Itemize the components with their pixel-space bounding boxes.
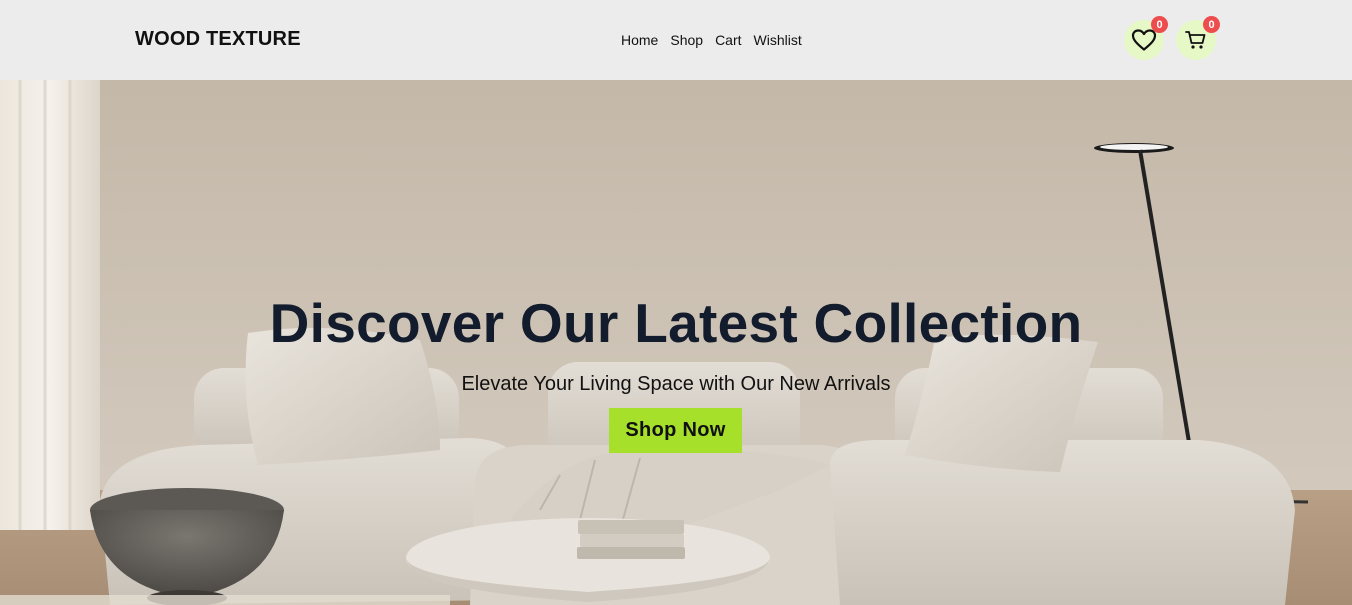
nav-wishlist-link[interactable]: Wishlist [754,32,802,48]
site-logo[interactable]: WOOD TEXTURE [135,28,301,51]
nav-shop-link[interactable]: Shop [670,32,703,48]
shop-now-button[interactable]: Shop Now [609,408,742,453]
hero-banner: Discover Our Latest Collection Elevate Y… [0,80,1352,605]
wishlist-count-badge: 0 [1151,16,1168,33]
cart-icon [1185,31,1206,49]
heart-icon [1131,29,1157,51]
hero-subtitle: Elevate Your Living Space with Our New A… [461,373,891,395]
hero-title: Discover Our Latest Collection [269,292,1083,354]
main-nav: Home Shop Cart Wishlist [621,32,802,48]
nav-cart-link[interactable]: Cart [715,32,741,48]
cart-count-badge: 0 [1203,16,1220,33]
cart-button[interactable]: 0 [1176,16,1220,60]
site-header: WOOD TEXTURE Home Shop Cart Wishlist 0 0 [0,0,1352,80]
wishlist-button[interactable]: 0 [1124,16,1168,60]
nav-home-link[interactable]: Home [621,32,658,48]
